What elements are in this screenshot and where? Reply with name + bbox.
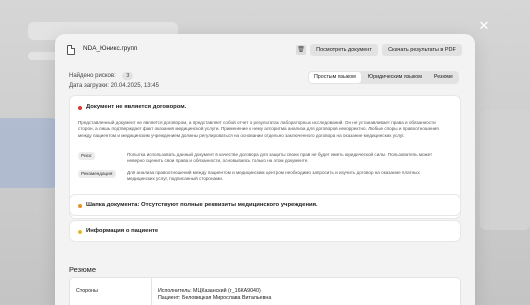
recommendation-label: Рекомендация: — [78, 170, 117, 178]
risk-title: Шапка документа: Отсутствуют полные рекв… — [86, 202, 318, 208]
trash-icon[interactable]: 🗑 — [296, 45, 306, 55]
close-icon[interactable]: ✕ — [478, 19, 490, 32]
upload-date: 20.04.2025, 13:45 — [110, 83, 159, 89]
file-name: NDA_Юникс.групп — [83, 45, 138, 52]
severity-dot-icon — [78, 106, 82, 110]
risk-title: Информация о пациенте — [86, 228, 159, 234]
summary-value-line: Исполнитель: МЦКазанский (г_16КА9040) — [158, 288, 261, 294]
risk-title: Документ не является договором. — [86, 104, 187, 110]
view-document-button[interactable]: Посмотреть документ — [310, 44, 378, 56]
download-pdf-button[interactable]: Скачать результаты в PDF — [382, 44, 462, 56]
upload-label: Дата загрузки: — [69, 83, 109, 89]
modal-header: NDA_Юникс.групп 🗑 Посмотреть документ Ск… — [55, 34, 475, 64]
risks-count-badge: 3 — [122, 72, 134, 80]
background-banner — [0, 118, 62, 188]
risk-description: Представленный документ не является дого… — [78, 120, 439, 138]
file-icon — [67, 45, 75, 55]
summary-row-value: Исполнитель: МЦКазанский (г_16КА9040) Па… — [158, 288, 271, 302]
severity-dot-icon — [78, 230, 82, 234]
tab-legal-language[interactable]: Юридическим языком — [363, 72, 427, 83]
risk-text: Попытка использовать данный документ в к… — [127, 152, 433, 164]
background-block — [480, 110, 530, 230]
risk-card-2[interactable]: Шапка документа: Отсутствуют полные рекв… — [69, 194, 461, 216]
view-mode-tabs: Простым языком Юридическим языком Резюме — [308, 71, 459, 84]
summary-heading: Резюме — [69, 265, 96, 274]
summary-row-label: Стороны — [70, 278, 152, 305]
tab-plain-language[interactable]: Простым языком — [309, 72, 361, 83]
analysis-modal: NDA_Юникс.групп 🗑 Посмотреть документ Ск… — [55, 34, 475, 305]
risks-found: Найдено рисков: 3 — [69, 72, 134, 80]
upload-info: Дата загрузки: 20.04.2025, 13:45 — [69, 83, 159, 89]
summary-value-line: Пациент: Беловицкая Мирослава Витальевна — [158, 295, 272, 301]
risk-label: Риск: — [78, 152, 96, 160]
summary-table: Стороны Исполнитель: МЦКазанский (г_16КА… — [69, 277, 461, 305]
recommendation-text: Для анализа правоотношений между пациент… — [127, 170, 420, 182]
tab-summary[interactable]: Резюме — [429, 72, 458, 83]
risk-card-3[interactable]: Информация о пациенте — [69, 220, 461, 242]
severity-dot-icon — [78, 204, 82, 208]
risks-label: Найдено рисков: — [69, 73, 116, 79]
